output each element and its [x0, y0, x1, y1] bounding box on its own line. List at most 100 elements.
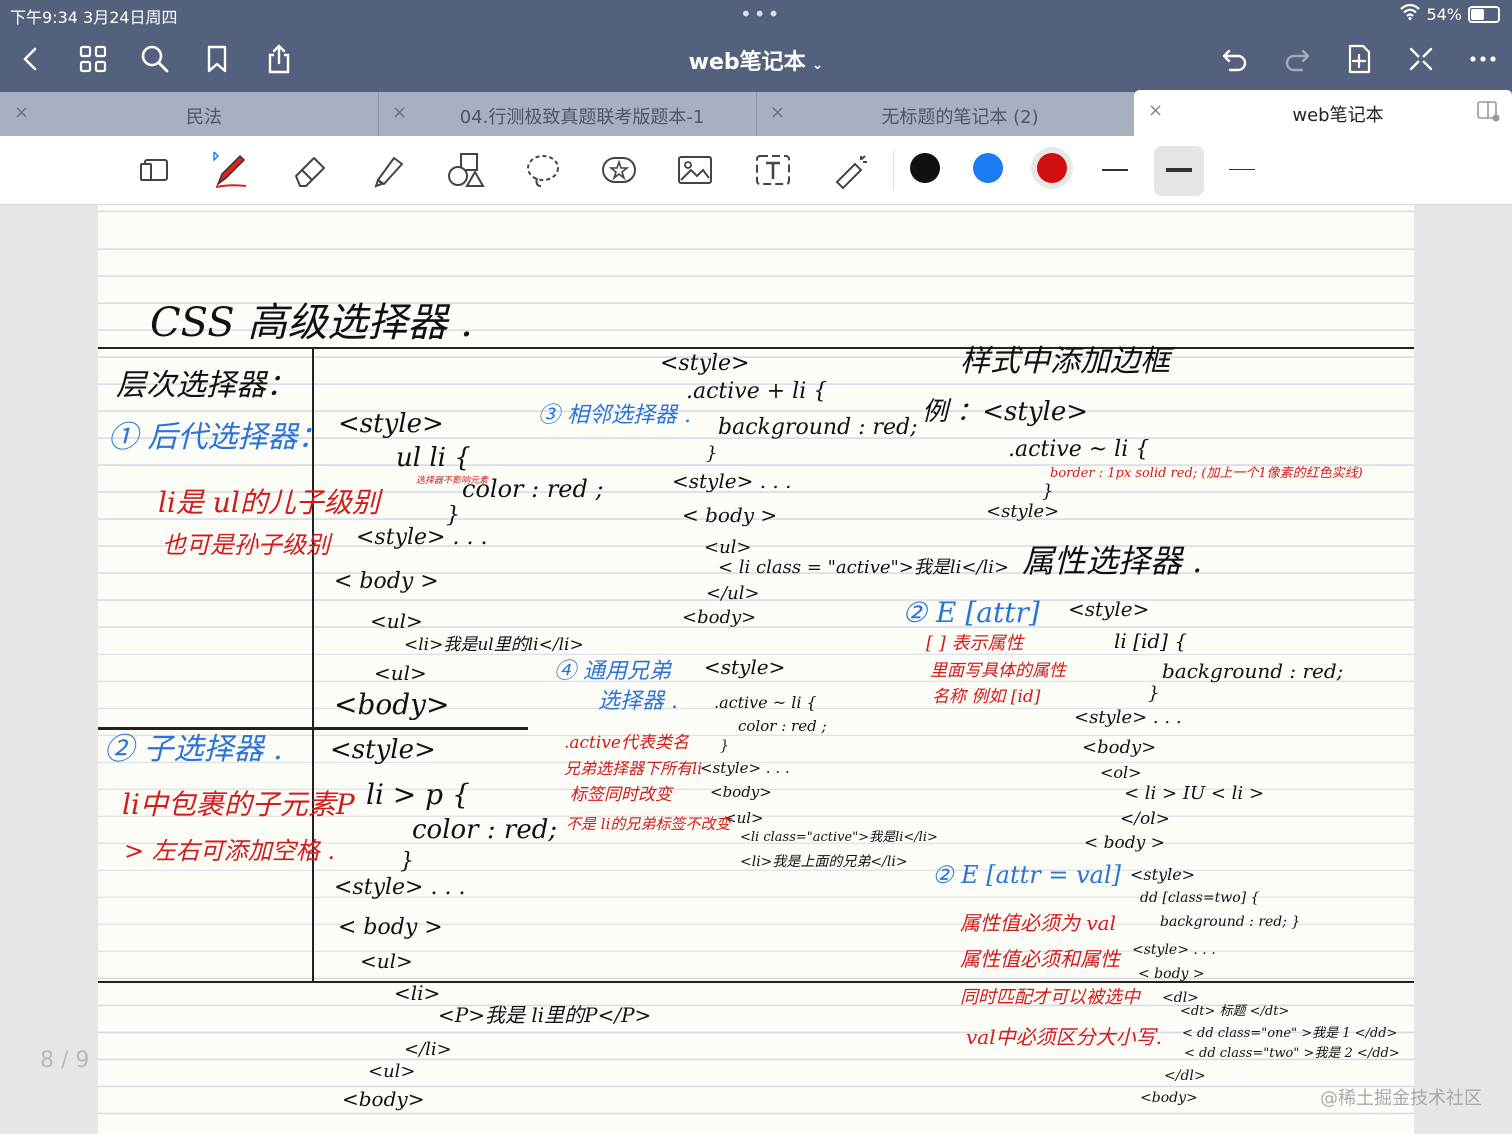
code-line: < body >	[682, 503, 778, 527]
code-line: }	[446, 503, 460, 528]
note-text: ④ 通用兄弟	[554, 659, 671, 684]
code-line: < body >	[334, 569, 439, 594]
note-text: border : 1px solid red; (加上一个1像素的红色实线)	[1050, 466, 1363, 481]
code-line: }	[1148, 683, 1160, 704]
toolbar-divider	[893, 150, 894, 190]
code-line: <style> . . .	[700, 759, 790, 777]
code-line: <style> . . .	[1132, 942, 1216, 958]
code-line: <P>我是 li里的P</P>	[438, 1003, 652, 1027]
note-title: CSS 高级选择器 .	[150, 300, 473, 346]
tab-untitled[interactable]: × 无标题的笔记本 (2)	[756, 92, 1135, 136]
highlighter-icon[interactable]	[363, 146, 413, 194]
code-line: <ul>	[360, 949, 413, 973]
stroke-hairline-option[interactable]	[1229, 169, 1255, 170]
code-line: .active ~ li {	[714, 693, 817, 712]
lasso-icon[interactable]	[518, 146, 568, 194]
note-text: 也可是孙子级别	[162, 531, 330, 559]
notebook-title-text: web笔记本	[688, 50, 806, 75]
tab-xingce[interactable]: × 04.行测极致真题联考版题本-1	[378, 92, 757, 136]
laser-pointer-icon[interactable]	[826, 146, 876, 194]
note-text: > 左右可添加空格 .	[124, 837, 335, 865]
color-red-swatch[interactable]	[1037, 153, 1067, 183]
tab-close-icon[interactable]: ×	[770, 102, 785, 123]
battery-icon	[1468, 5, 1500, 23]
code-line: <li class="active">我是li</li>	[740, 830, 938, 845]
stroke-medium-bar	[1166, 168, 1192, 172]
more-icon[interactable]	[1462, 38, 1504, 80]
code-line: < body >	[338, 915, 443, 940]
code-line: < body >	[1084, 833, 1165, 853]
code-line: <body>	[334, 688, 450, 721]
note-text: li是 ul的儿子级别	[158, 486, 380, 519]
note-page[interactable]: CSS 高级选择器 . 层次选择器： ① 后代选择器： li是 ul的儿子级别 …	[98, 205, 1414, 1134]
code-line: background : red;	[718, 415, 918, 440]
code-line: <style>	[1130, 865, 1196, 884]
code-line: <li>我是ul里的li</li>	[404, 635, 584, 655]
note-text: .active代表类名	[564, 733, 689, 753]
close-cross-icon[interactable]	[1400, 38, 1442, 80]
read-mode-icon[interactable]	[130, 146, 180, 194]
eraser-icon[interactable]	[285, 146, 335, 194]
split-view-icon[interactable]	[1476, 100, 1500, 127]
watermark: @稀土掘金技术社区	[1320, 1088, 1482, 1109]
tab-label: 民法	[186, 107, 222, 128]
code-line: <style> . . .	[672, 469, 792, 493]
code-line: 例 ：<style>	[922, 397, 1089, 427]
code-line: color : red ;	[462, 475, 604, 503]
code-line: <style>	[986, 501, 1060, 522]
tab-close-icon[interactable]: ×	[14, 102, 29, 123]
status-right: 54%	[1400, 3, 1500, 24]
color-blue-swatch[interactable]	[973, 153, 1003, 183]
stroke-thin-option[interactable]	[1102, 169, 1128, 171]
shapes-icon[interactable]	[440, 146, 490, 194]
note-text: 样式中添加边框	[960, 344, 1170, 379]
tab-close-icon[interactable]: ×	[1148, 100, 1163, 121]
code-line: }	[1042, 481, 1054, 502]
code-line: li [id] {	[1114, 629, 1188, 653]
color-black-swatch[interactable]	[910, 153, 940, 183]
drawing-toolbar	[0, 136, 1512, 205]
code-line: < dd class="two" >我是 2 </dd>	[1184, 1046, 1400, 1061]
note-text: 兄弟选择器下所有li	[564, 759, 703, 778]
multitask-dots-icon[interactable]: •••	[740, 2, 781, 26]
image-icon[interactable]	[670, 146, 720, 194]
code-line: <style>	[330, 735, 436, 765]
code-line: <body>	[342, 1087, 425, 1111]
code-line: <style>	[660, 351, 750, 376]
code-line: </li>	[404, 1039, 452, 1060]
text-icon[interactable]	[748, 146, 798, 194]
tab-minfa[interactable]: × 民法	[0, 92, 379, 136]
note-text: 里面写具体的属性	[930, 661, 1066, 681]
code-line: </dl>	[1164, 1068, 1206, 1084]
code-line: color : red;	[412, 815, 558, 845]
code-line: <dt> 标题 </dt>	[1180, 1004, 1290, 1019]
pen-icon[interactable]	[205, 146, 255, 194]
note-text: 选择器 .	[598, 689, 678, 714]
status-time: 下午9:34 3月24日周四	[10, 8, 178, 27]
code-line: < dd class="one" >我是 1 </dd>	[1182, 1026, 1398, 1041]
note-text: 同时匹配才可以被选中	[960, 987, 1140, 1008]
code-line: }	[706, 443, 718, 464]
note-text: 名称 例如 [id]	[932, 687, 1041, 707]
tab-web-notebook[interactable]: × web笔记本	[1134, 90, 1512, 136]
note-text: ② E [attr]	[902, 596, 1040, 629]
divider-line	[98, 981, 1414, 983]
sticker-icon[interactable]	[594, 146, 644, 194]
undo-icon[interactable]	[1214, 38, 1256, 80]
code-line: <body>	[1082, 737, 1157, 758]
tab-label: web笔记本	[1292, 105, 1384, 126]
code-line: <li>	[394, 981, 441, 1005]
tab-close-icon[interactable]: ×	[392, 102, 407, 123]
code-line: <style> . . .	[334, 875, 466, 900]
code-line: </ul>	[706, 583, 760, 604]
redo-icon[interactable]	[1276, 38, 1318, 80]
code-line: color : red ;	[738, 717, 827, 735]
add-page-icon[interactable]	[1338, 38, 1380, 80]
code-line: <style> . . .	[356, 525, 488, 550]
tab-label: 无标题的笔记本 (2)	[881, 107, 1039, 128]
code-line: <ul>	[704, 537, 752, 558]
note-text: ③ 相邻选择器 .	[538, 403, 691, 428]
code-line: <ul>	[370, 609, 423, 633]
note-text: 层次选择器：	[116, 368, 296, 403]
note-text: li中包裹的子元素P	[122, 788, 355, 821]
